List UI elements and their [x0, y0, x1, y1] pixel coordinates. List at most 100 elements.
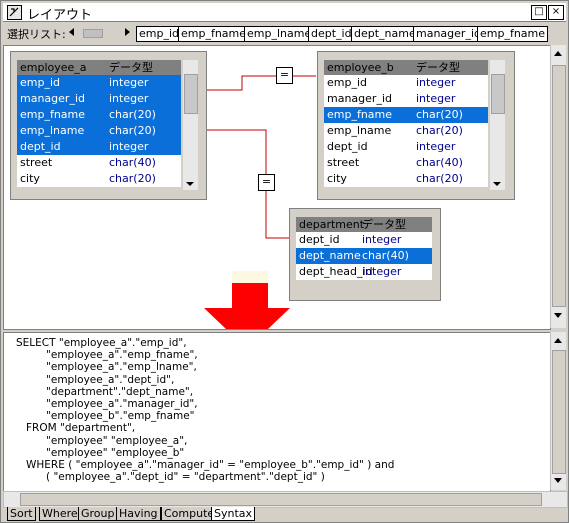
column-row[interactable]: emp_fname char(20): [17, 107, 181, 123]
column-type: integer: [109, 140, 149, 153]
column-row[interactable]: dept_id integer: [324, 139, 488, 155]
column-name: dept_id: [299, 233, 340, 246]
column-row[interactable]: city char(20): [17, 171, 181, 187]
table-layout-canvas[interactable]: employee_a データ型 emp_id integer manager_id i…: [3, 45, 551, 330]
join-operator[interactable]: =: [276, 67, 293, 84]
column-row[interactable]: dept_name char(40): [296, 248, 432, 264]
selection-item[interactable]: emp_id: [136, 26, 183, 42]
column-type: char(40): [109, 156, 156, 169]
column-name: city: [327, 172, 347, 185]
tab-where[interactable]: Where: [39, 507, 81, 521]
selection-item[interactable]: emp_lname: [244, 26, 315, 42]
sql-horizontal-scrollbar[interactable]: [3, 491, 568, 508]
column-row[interactable]: manager_id integer: [324, 91, 488, 107]
tab-having[interactable]: Having: [116, 507, 161, 521]
scroll-left-icon[interactable]: [69, 28, 74, 36]
table-name: employee_b: [327, 61, 394, 74]
scroll-down-icon[interactable]: [554, 478, 562, 483]
sql-text: SELECT "employee_a"."emp_id", "employee_…: [16, 337, 395, 484]
scroll-right-icon[interactable]: [125, 28, 130, 36]
column-row[interactable]: street char(40): [324, 155, 488, 171]
selection-item[interactable]: emp_fname: [178, 26, 250, 42]
table-employee-b[interactable]: employee_b データ型 emp_id integer manager_id i…: [317, 51, 515, 200]
column-name: dept_id: [20, 140, 61, 153]
column-type: integer: [362, 265, 402, 278]
column-type: integer: [109, 76, 149, 89]
sql-syntax-pane[interactable]: SELECT "employee_a"."emp_id", "employee_…: [3, 332, 551, 492]
selection-item[interactable]: manager_id: [413, 26, 484, 42]
sql-scroll-thumb[interactable]: [552, 350, 566, 474]
table-scroll-thumb[interactable]: [491, 74, 505, 114]
table-header[interactable]: employee_b データ型: [324, 60, 488, 75]
column-type: char(40): [416, 156, 463, 169]
restore-button[interactable]: □: [531, 5, 547, 20]
layout-window: レイアウト □ × 選択リスト: emp_id emp_fname emp_ln…: [0, 0, 569, 523]
window-icon: [7, 5, 22, 20]
tab-syntax[interactable]: Syntax: [211, 507, 256, 521]
selection-list-scroll-thumb[interactable]: [83, 29, 103, 38]
join-operator[interactable]: =: [258, 174, 275, 191]
column-row[interactable]: city char(20): [324, 171, 488, 187]
type-header: データ型: [416, 61, 460, 74]
canvas-vertical-scrollbar[interactable]: [550, 45, 566, 328]
selection-list-label: 選択リスト:: [7, 28, 66, 41]
table-header[interactable]: employee_a データ型: [17, 60, 181, 75]
column-type: integer: [362, 233, 402, 246]
column-type: char(20): [109, 108, 156, 121]
canvas-scroll-thumb[interactable]: [552, 65, 566, 307]
selection-item[interactable]: dept_id: [308, 26, 355, 42]
table-scroll-thumb[interactable]: [184, 74, 198, 114]
tab-bar: Sort Where Group Having Compute Syntax: [3, 507, 566, 522]
column-name: emp_id: [20, 76, 61, 89]
column-name: emp_fname: [20, 108, 86, 121]
column-row[interactable]: emp_lname char(20): [17, 123, 181, 139]
title-bar[interactable]: レイアウト □ ×: [3, 3, 566, 23]
selection-item[interactable]: dept_name: [351, 26, 419, 42]
column-name: manager_id: [20, 92, 85, 105]
column-row[interactable]: emp_fname char(20): [324, 107, 488, 123]
column-row[interactable]: emp_id integer: [17, 75, 181, 91]
column-name: dept_id: [327, 140, 368, 153]
table-name: department: [299, 218, 365, 231]
tab-group[interactable]: Group: [78, 507, 118, 521]
column-row[interactable]: dept_id integer: [296, 232, 432, 248]
scroll-down-icon[interactable]: [493, 182, 501, 186]
column-row[interactable]: manager_id integer: [17, 91, 181, 107]
column-name: manager_id: [327, 92, 392, 105]
selection-list-bar: 選択リスト: emp_id emp_fname emp_lname dept_i…: [3, 23, 566, 43]
column-type: char(20): [109, 172, 156, 185]
type-header: データ型: [362, 218, 406, 231]
scroll-up-icon[interactable]: [554, 338, 562, 343]
table-name: employee_a: [20, 61, 87, 74]
column-name: dept_name: [299, 249, 361, 262]
tab-sort[interactable]: Sort: [7, 507, 36, 521]
close-button[interactable]: ×: [548, 5, 564, 20]
scroll-down-icon[interactable]: [554, 313, 562, 318]
column-type: char(20): [109, 124, 156, 137]
scroll-up-icon[interactable]: [554, 51, 562, 56]
table-department[interactable]: department データ型 dept_id integer dept_name c…: [289, 208, 441, 301]
scroll-down-icon[interactable]: [186, 182, 194, 186]
column-type: char(20): [416, 172, 463, 185]
column-row[interactable]: street char(40): [17, 155, 181, 171]
table-scrollbar[interactable]: [183, 60, 198, 190]
table-scrollbar[interactable]: [490, 60, 505, 190]
table-header[interactable]: department データ型: [296, 217, 432, 232]
column-row[interactable]: emp_lname char(20): [324, 123, 488, 139]
column-type: integer: [416, 140, 456, 153]
window-title: レイアウト: [27, 8, 93, 23]
column-name: emp_lname: [327, 124, 392, 137]
table-employee-a[interactable]: employee_a データ型 emp_id integer manager_id i…: [10, 51, 207, 200]
column-row[interactable]: emp_id integer: [324, 75, 488, 91]
column-type: char(20): [416, 124, 463, 137]
column-name: emp_fname: [327, 108, 393, 121]
column-row[interactable]: dept_head_id integer: [296, 264, 432, 280]
column-name: city: [20, 172, 40, 185]
sql-horizontal-scroll-thumb[interactable]: [20, 493, 542, 506]
tab-compute[interactable]: Compute: [161, 507, 218, 521]
column-type: char(40): [362, 249, 409, 262]
sql-vertical-scrollbar[interactable]: [550, 332, 566, 490]
column-row[interactable]: dept_id integer: [17, 139, 181, 155]
selection-item[interactable]: emp_fname: [477, 26, 549, 42]
column-type: integer: [109, 92, 149, 105]
